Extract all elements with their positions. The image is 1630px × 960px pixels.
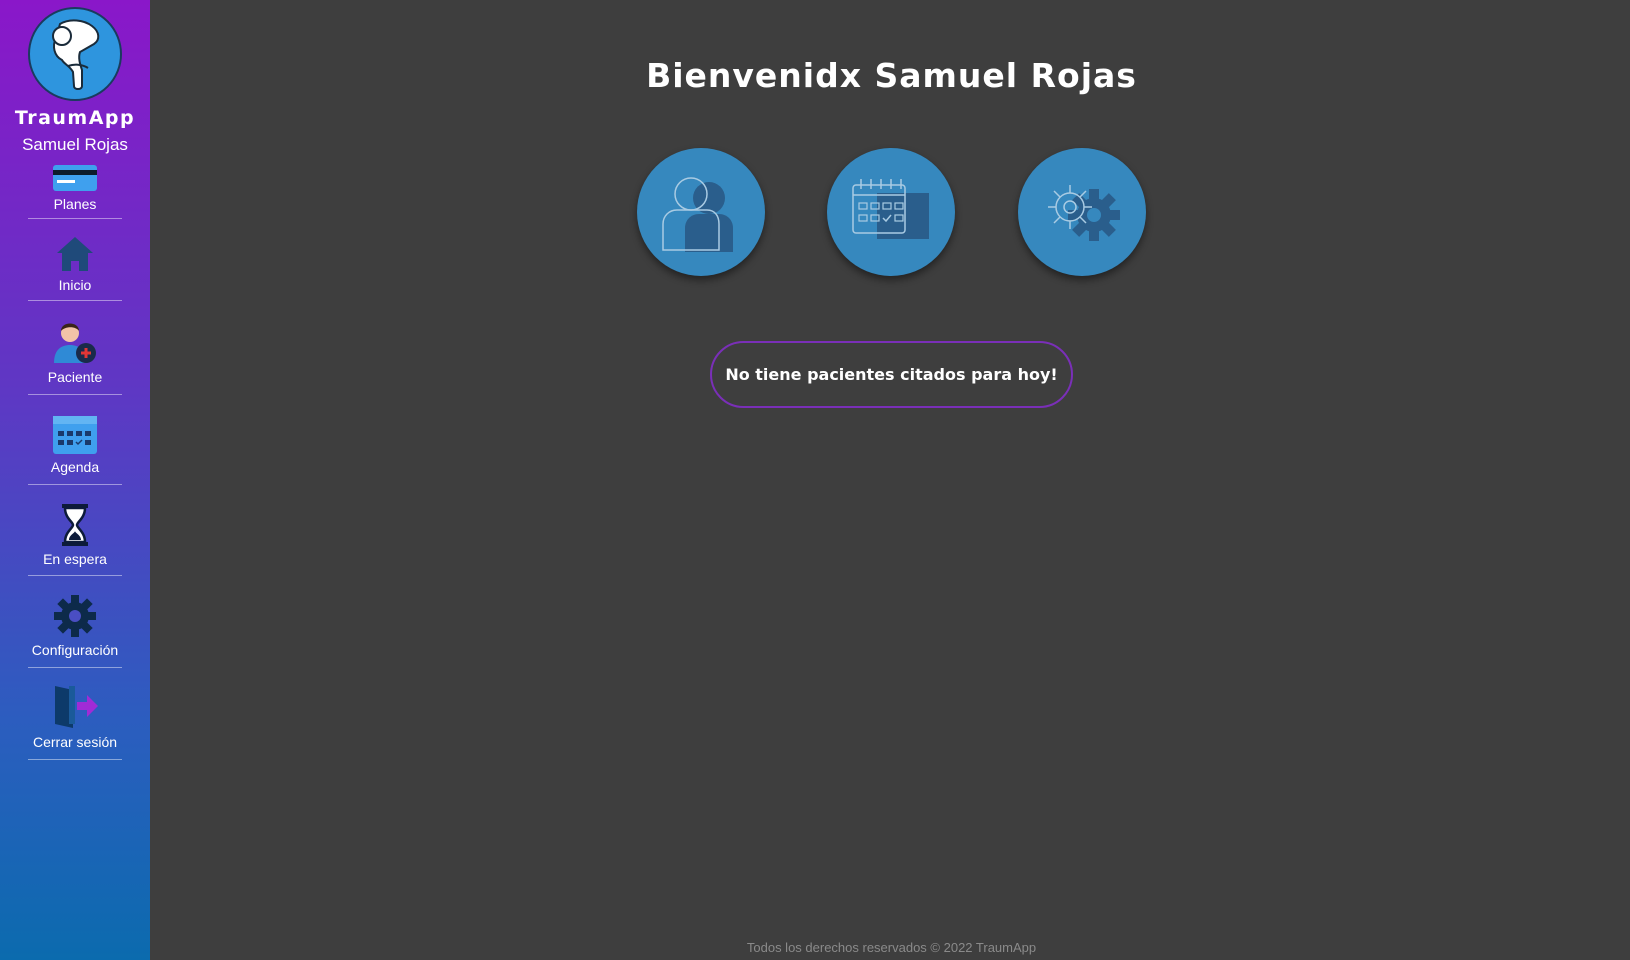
user-name: Samuel Rojas <box>22 135 128 154</box>
gear-icon <box>53 592 97 638</box>
sidebar-item-label: Configuración <box>31 642 119 658</box>
logout-door-icon <box>51 682 99 730</box>
sidebar-item-paciente[interactable]: Paciente <box>28 301 122 395</box>
no-patients-notice: No tiene pacientes citados para hoy! <box>710 341 1073 408</box>
patient-icon <box>662 177 733 252</box>
sidebar-item-en-espera[interactable]: En espera <box>28 485 122 576</box>
patient-add-icon <box>50 315 100 365</box>
sidebar: TraumApp Samuel Rojas Planes Inicio Paci… <box>0 0 150 960</box>
shortcut-calendar-button[interactable] <box>827 148 955 276</box>
shortcut-patient-button[interactable] <box>637 148 765 276</box>
sidebar-item-inicio[interactable]: Inicio <box>28 219 122 301</box>
sidebar-item-label: Cerrar sesión <box>32 734 118 750</box>
home-icon <box>55 233 95 273</box>
page-title: Bienvenidx Samuel Rojas <box>646 56 1137 95</box>
bone-joint-icon <box>52 19 100 90</box>
sidebar-item-label: Paciente <box>47 369 103 385</box>
sidebar-item-configuracion[interactable]: Configuración <box>28 576 122 668</box>
sidebar-item-label: Agenda <box>50 459 100 475</box>
main-content: Bienvenidx Samuel Rojas No tiene pacient… <box>150 0 1630 960</box>
sidebar-item-label: Inicio <box>58 277 92 293</box>
sidebar-item-label: Planes <box>53 196 97 212</box>
shortcut-settings-button[interactable] <box>1018 148 1146 276</box>
app-brand: TraumApp <box>14 107 136 129</box>
sidebar-nav: Planes Inicio Paciente Agenda En espera … <box>28 163 122 760</box>
settings-gears-icon <box>1048 185 1120 241</box>
hourglass-icon <box>59 501 91 547</box>
sidebar-item-label: En espera <box>43 551 107 567</box>
calendar-icon <box>852 179 929 239</box>
sidebar-item-planes[interactable]: Planes <box>28 163 122 219</box>
calendar-icon <box>52 413 98 455</box>
credit-card-icon <box>52 163 98 192</box>
footer-copyright: Todos los derechos reservados © 2022 Tra… <box>746 940 1037 955</box>
logo <box>28 7 122 101</box>
sidebar-item-cerrar-sesion[interactable]: Cerrar sesión <box>28 668 122 760</box>
sidebar-item-agenda[interactable]: Agenda <box>28 395 122 485</box>
